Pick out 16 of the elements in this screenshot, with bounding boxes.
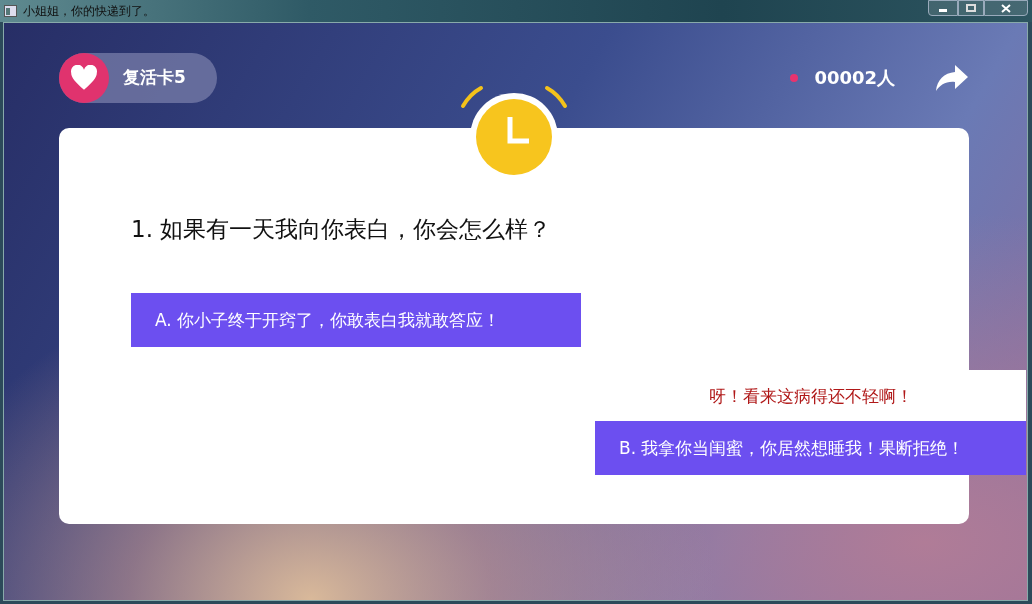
close-button[interactable] bbox=[984, 0, 1028, 16]
app-icon bbox=[4, 5, 17, 17]
minimize-button[interactable] bbox=[928, 0, 958, 16]
answer-option[interactable]: A. 你小子终于开窍了，你敢表白我就敢答应！ bbox=[131, 293, 581, 347]
revive-card-label: 复活卡5 bbox=[123, 66, 186, 89]
window-title: 小姐姐，你的快递到了。 bbox=[23, 2, 155, 20]
online-count: 00002人 bbox=[814, 65, 895, 90]
maximize-button[interactable] bbox=[958, 0, 984, 16]
close-icon bbox=[1001, 3, 1011, 13]
heart-icon bbox=[70, 64, 98, 91]
online-dot-icon bbox=[790, 73, 799, 82]
question-text: 1. 如果有一天我向你表白，你会怎么样？ bbox=[131, 215, 553, 244]
maximize-icon bbox=[966, 4, 976, 12]
feedback-text: 呀！看来这病得还不轻啊！ bbox=[708, 385, 913, 408]
answer-option[interactable]: B. 我拿你当闺蜜，你居然想睡我！果断拒绝！ bbox=[595, 421, 1026, 475]
share-icon[interactable] bbox=[935, 63, 969, 92]
